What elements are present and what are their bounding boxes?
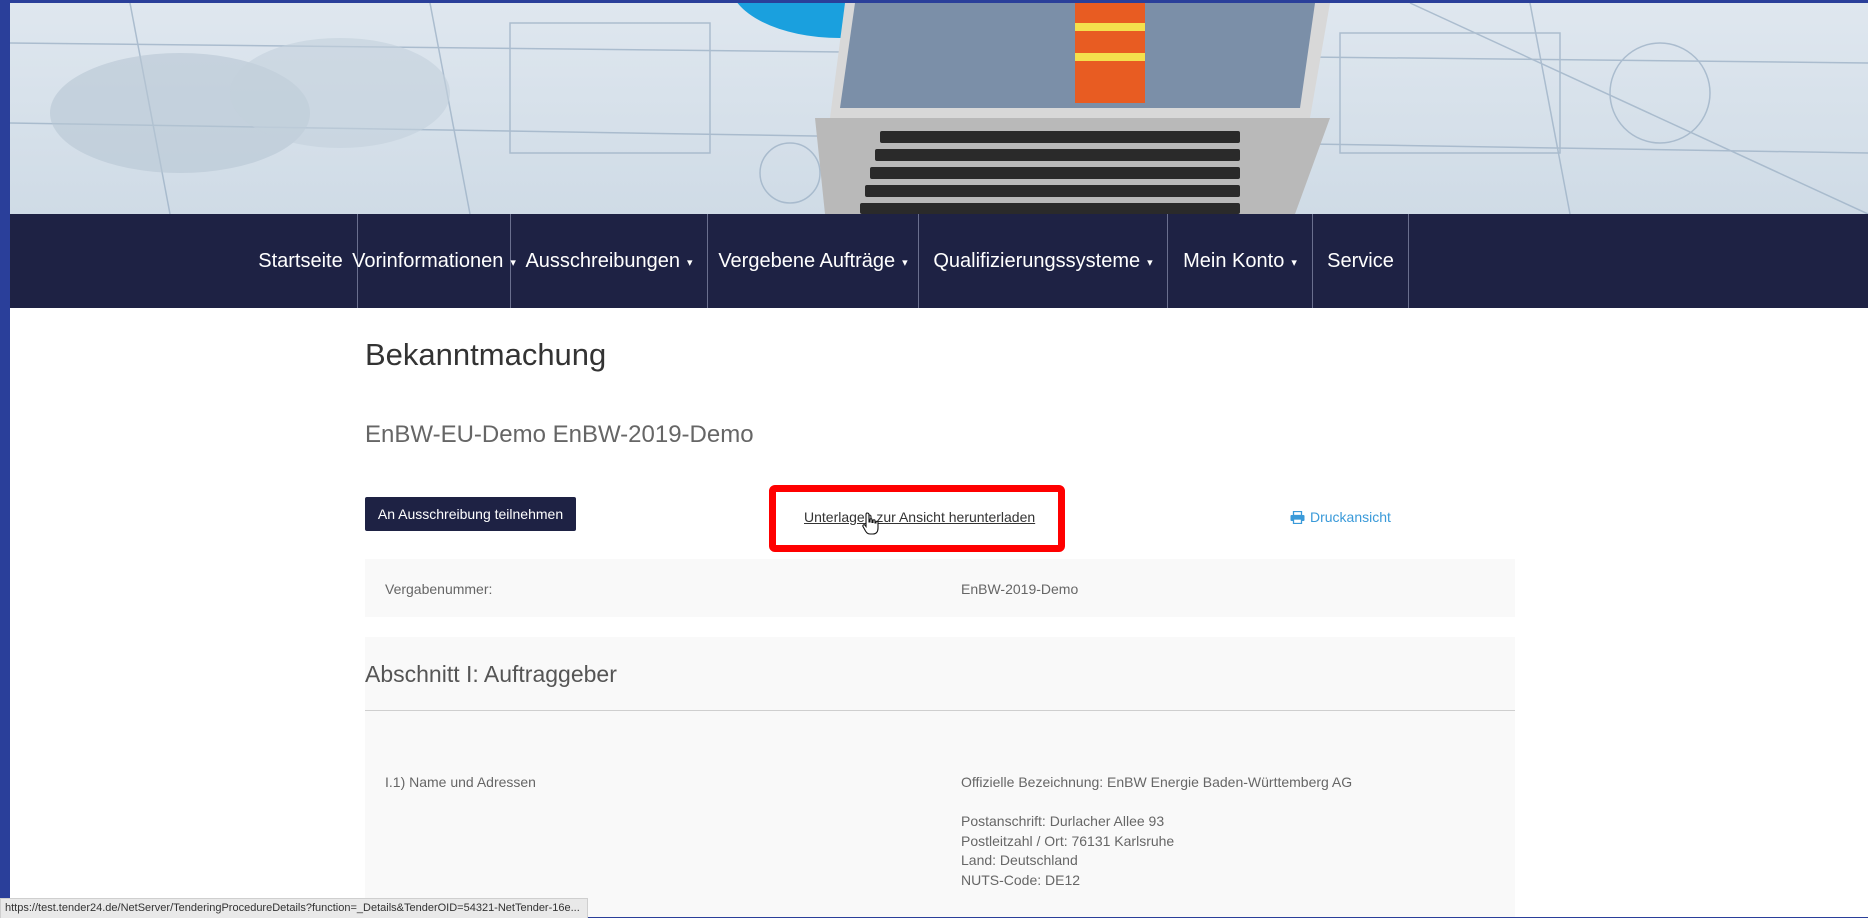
nav-item-ausschreibungen[interactable]: Ausschreibungen ▾ [511, 214, 708, 308]
nav-item-qualifizierungssysteme[interactable]: Qualifizierungssysteme ▾ [919, 214, 1168, 308]
official-name: Offizielle Bezeichnung: EnBW Energie Bad… [961, 774, 1353, 790]
nav-item-label: Mein Konto [1183, 249, 1285, 272]
address-country: Land: Deutschland [961, 852, 1078, 868]
download-documents-link[interactable]: Unterlagen zur Ansicht herunterladen [804, 509, 1035, 525]
address-postcode-city: Postleitzahl / Ort: 76131 Karlsruhe [961, 833, 1175, 849]
nav-item-label: Ausschreibungen [525, 249, 681, 272]
vergabenummer-label: Vergabenummer: [385, 581, 493, 597]
print-view-link[interactable]: Druckansicht [1290, 509, 1391, 525]
nav-item-label: Service [1327, 249, 1394, 272]
vergabenummer-value: EnBW-2019-Demo [961, 581, 1079, 597]
nav-item-label: Vergebene Aufträge [718, 249, 896, 272]
nav-item-startseite[interactable]: Startseite [244, 214, 358, 308]
caret-down-icon: ▾ [902, 257, 908, 269]
hero-image [10, 3, 1868, 214]
page-subtitle: EnBW-EU-Demo EnBW-2019-Demo [365, 421, 754, 448]
vergabenummer-row: Vergabenummer: EnBW-2019-Demo [365, 559, 1515, 617]
address-nuts-code: NUTS-Code: DE12 [961, 872, 1081, 888]
section-title: Abschnitt I: Auftraggeber [365, 661, 617, 687]
nav-item-label: Vorinformationen [352, 249, 504, 272]
browser-page: Startseite Vorinformationen ▾ Ausschreib… [10, 3, 1868, 917]
page-title: Bekanntmachung [365, 337, 607, 372]
nav-item-vergebene-auftraege[interactable]: Vergebene Aufträge ▾ [708, 214, 919, 308]
nav-item-mein-konto[interactable]: Mein Konto ▾ [1168, 214, 1313, 308]
section-auftraggeber: Abschnitt I: Auftraggeber I.1) Name und … [365, 637, 1515, 917]
hero-banner [10, 3, 1868, 214]
participate-button[interactable]: An Ausschreibung teilnehmen [365, 497, 576, 531]
main-navigation: Startseite Vorinformationen ▾ Ausschreib… [10, 214, 1868, 308]
address-street: Postanschrift: Durlacher Allee 93 [961, 813, 1165, 829]
caret-down-icon: ▾ [1291, 257, 1297, 269]
nav-item-label: Qualifizierungssysteme [933, 249, 1141, 272]
print-view-label: Druckansicht [1310, 509, 1391, 525]
caret-down-icon: ▾ [687, 257, 693, 269]
nav-item-label: Startseite [258, 249, 343, 272]
nav-item-service[interactable]: Service [1313, 214, 1409, 308]
hand-cursor-icon [862, 512, 879, 535]
name-addresses-label: I.1) Name und Adressen [385, 774, 536, 790]
status-bar-url: https://test.tender24.de/NetServer/Tende… [0, 898, 588, 918]
nav-item-vorinformationen[interactable]: Vorinformationen ▾ [352, 214, 516, 308]
caret-down-icon: ▾ [1147, 257, 1153, 269]
section-header: Abschnitt I: Auftraggeber [365, 637, 1515, 711]
printer-icon [1290, 510, 1305, 524]
